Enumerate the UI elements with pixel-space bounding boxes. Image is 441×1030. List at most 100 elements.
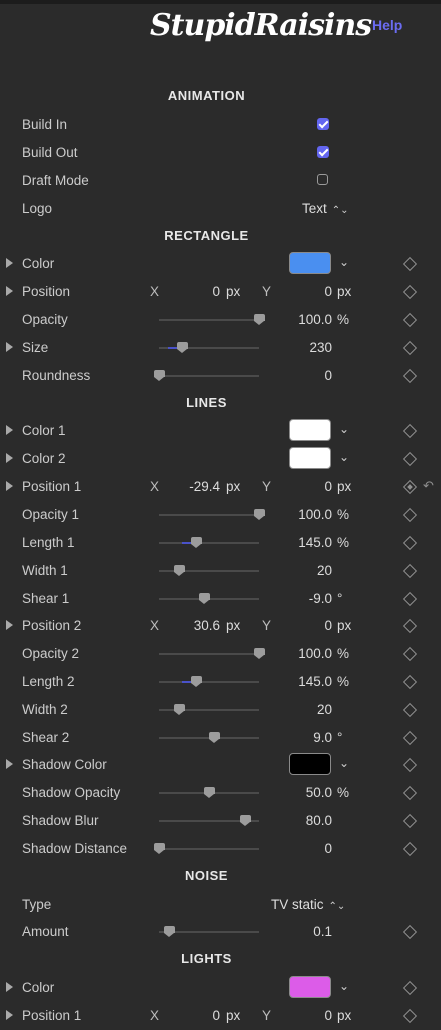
lines-shear2-value[interactable]: 9.0 <box>270 730 332 745</box>
lines-length1-value[interactable]: 145.0 <box>270 535 332 550</box>
rect-size-value[interactable]: 230 <box>270 340 332 355</box>
disclosure-triangle-icon[interactable] <box>6 286 13 296</box>
keyframe-diamond-icon[interactable] <box>402 284 418 300</box>
keyframe-diamond-icon[interactable] <box>402 618 418 634</box>
keyframe-diamond-icon[interactable] <box>402 423 418 439</box>
slider-knob[interactable] <box>174 704 185 715</box>
slider-knob[interactable] <box>254 314 265 325</box>
keyframe-diamond-icon[interactable] <box>402 340 418 356</box>
lights-position1-x-field[interactable]: 0 <box>180 1008 220 1023</box>
chevron-down-icon[interactable]: ⌄ <box>339 756 349 770</box>
keyframe-diamond-icon[interactable] <box>402 646 418 662</box>
slider-knob[interactable] <box>154 370 165 381</box>
keyframe-diamond-icon[interactable] <box>402 924 418 940</box>
rect-opacity-slider[interactable] <box>159 314 265 325</box>
shadow-color-swatch[interactable] <box>289 753 331 775</box>
draft-mode-checkbox[interactable] <box>317 174 328 185</box>
slider-knob[interactable] <box>174 565 185 576</box>
lines-opacity2-value[interactable]: 100.0 <box>270 646 332 661</box>
lines-position2-x-field[interactable]: 30.6 <box>170 618 220 633</box>
lights-position1-y-field[interactable]: 0 <box>292 1008 332 1023</box>
chevron-down-icon[interactable]: ⌄ <box>339 422 349 436</box>
lines-opacity1-value[interactable]: 100.0 <box>270 507 332 522</box>
lines-width2-slider[interactable] <box>159 704 259 715</box>
keyframe-diamond-icon[interactable] <box>402 702 418 718</box>
disclosure-triangle-icon[interactable] <box>6 759 13 769</box>
lines-position1-y-field[interactable]: 0 <box>292 479 332 494</box>
lines-length2-slider[interactable] <box>159 676 259 687</box>
shadow-distance-slider[interactable] <box>154 843 259 854</box>
keyframe-diamond-icon[interactable] <box>402 841 418 857</box>
slider-knob[interactable] <box>209 732 220 743</box>
lines-width1-value[interactable]: 20 <box>270 563 332 578</box>
lines-shear1-slider[interactable] <box>159 593 259 604</box>
lines-position1-x-field[interactable]: -29.4 <box>170 479 220 494</box>
disclosure-triangle-icon[interactable] <box>6 453 13 463</box>
lines-shear1-value[interactable]: -9.0 <box>270 591 332 606</box>
lights-color-swatch[interactable] <box>289 976 331 998</box>
slider-knob[interactable] <box>254 509 265 520</box>
keyframe-diamond-icon[interactable] <box>402 813 418 829</box>
rect-position-y-field[interactable]: 0 <box>292 284 332 299</box>
lines-length1-slider[interactable] <box>159 537 259 548</box>
slider-knob[interactable] <box>204 787 215 798</box>
lines-color2-swatch[interactable] <box>289 447 331 469</box>
disclosure-triangle-icon[interactable] <box>6 425 13 435</box>
slider-knob[interactable] <box>191 537 202 548</box>
slider-knob[interactable] <box>154 843 165 854</box>
keyframe-diamond-icon[interactable] <box>402 368 418 384</box>
noise-amount-value[interactable]: 0.1 <box>270 924 332 939</box>
add-keyframe-icon[interactable] <box>402 479 418 495</box>
slider-knob[interactable] <box>240 815 251 826</box>
shadow-opacity-slider[interactable] <box>159 787 259 798</box>
slider-knob[interactable] <box>191 676 202 687</box>
lines-color1-swatch[interactable] <box>289 419 331 441</box>
keyframe-diamond-icon[interactable] <box>402 507 418 523</box>
lines-width2-value[interactable]: 20 <box>270 702 332 717</box>
disclosure-triangle-icon[interactable] <box>6 342 13 352</box>
shadow-distance-value[interactable]: 0 <box>270 841 332 856</box>
lines-position2-y-field[interactable]: 0 <box>292 618 332 633</box>
chevron-down-icon[interactable]: ⌄ <box>339 450 349 464</box>
help-link[interactable]: Help <box>372 17 402 33</box>
rect-opacity-value[interactable]: 100.0 <box>270 312 332 327</box>
keyframe-diamond-icon[interactable] <box>402 256 418 272</box>
slider-knob[interactable] <box>177 342 188 353</box>
lines-shear2-slider[interactable] <box>159 732 259 743</box>
keyframe-diamond-icon[interactable] <box>402 563 418 579</box>
disclosure-triangle-icon[interactable] <box>6 1010 13 1020</box>
keyframe-diamond-icon[interactable] <box>402 980 418 996</box>
rect-color-swatch[interactable] <box>289 252 331 274</box>
disclosure-triangle-icon[interactable] <box>6 620 13 630</box>
lines-opacity2-slider[interactable] <box>159 648 265 659</box>
reset-icon[interactable]: ↶ <box>423 478 434 494</box>
shadow-opacity-value[interactable]: 50.0 <box>270 785 332 800</box>
disclosure-triangle-icon[interactable] <box>6 258 13 268</box>
slider-knob[interactable] <box>254 648 265 659</box>
disclosure-triangle-icon[interactable] <box>6 481 13 491</box>
keyframe-diamond-icon[interactable] <box>402 674 418 690</box>
logo-popup[interactable]: Text ⌃⌄ <box>302 201 349 216</box>
rect-position-x-field[interactable]: 0 <box>180 284 220 299</box>
keyframe-diamond-icon[interactable] <box>402 757 418 773</box>
slider-knob[interactable] <box>164 926 175 937</box>
keyframe-diamond-icon[interactable] <box>402 535 418 551</box>
keyframe-diamond-icon[interactable] <box>402 312 418 328</box>
rect-size-slider[interactable] <box>159 342 259 353</box>
disclosure-triangle-icon[interactable] <box>6 982 13 992</box>
keyframe-diamond-icon[interactable] <box>402 591 418 607</box>
lines-length2-value[interactable]: 145.0 <box>270 674 332 689</box>
keyframe-diamond-icon[interactable] <box>402 1008 418 1024</box>
lines-width1-slider[interactable] <box>159 565 259 576</box>
shadow-blur-value[interactable]: 80.0 <box>270 813 332 828</box>
lines-opacity1-slider[interactable] <box>159 509 265 520</box>
noise-amount-slider[interactable] <box>159 926 259 937</box>
rect-roundness-slider[interactable] <box>154 370 259 381</box>
keyframe-diamond-icon[interactable] <box>402 730 418 746</box>
slider-knob[interactable] <box>199 593 210 604</box>
noise-type-popup[interactable]: TV static ⌃⌄ <box>271 897 345 912</box>
chevron-down-icon[interactable]: ⌄ <box>339 979 349 993</box>
keyframe-diamond-icon[interactable] <box>402 451 418 467</box>
build-out-checkbox[interactable] <box>317 146 329 158</box>
rect-roundness-value[interactable]: 0 <box>270 368 332 383</box>
